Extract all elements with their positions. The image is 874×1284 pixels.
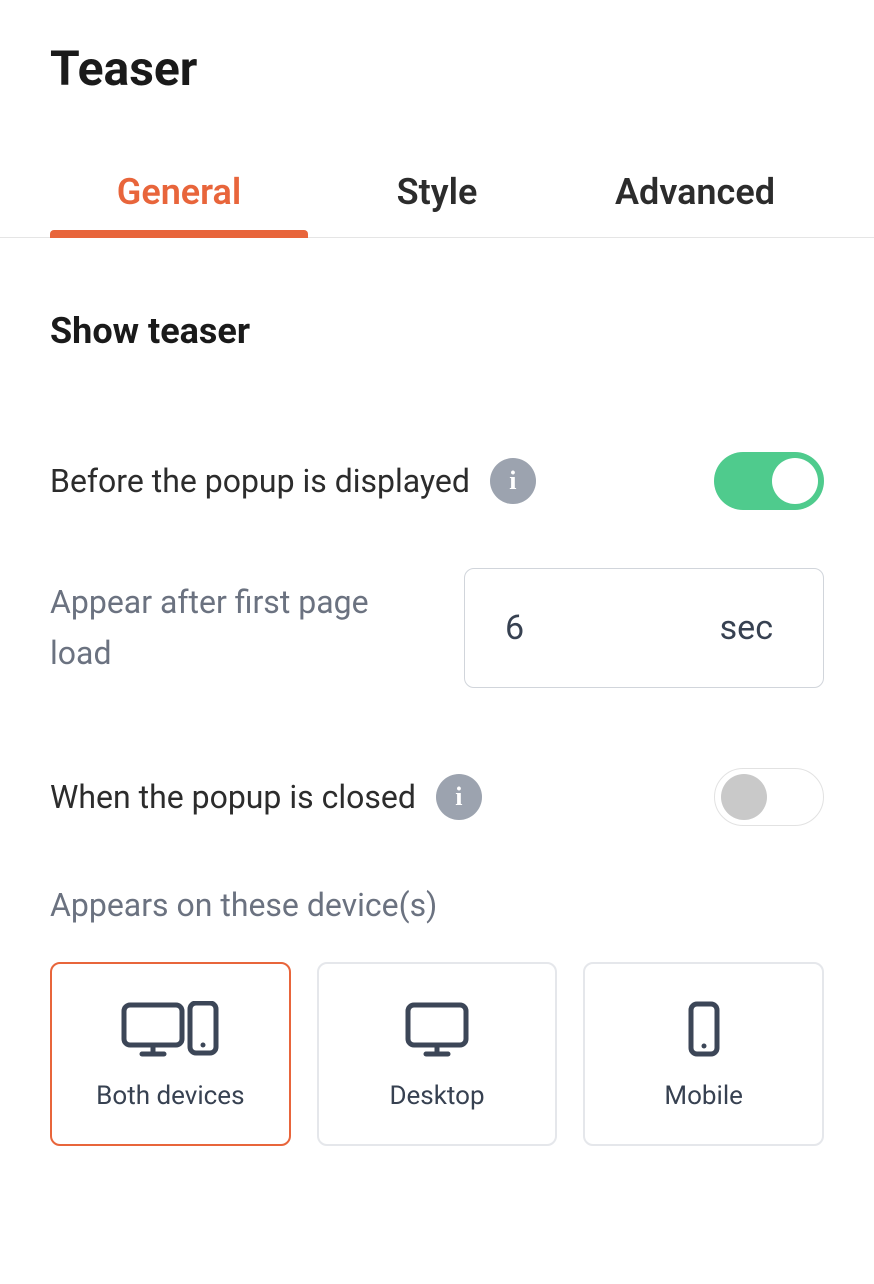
device-card-label: Mobile — [664, 1081, 743, 1111]
appear-after-label: Appear after first page load — [50, 577, 424, 679]
tabs: General Style Advanced — [0, 153, 874, 238]
device-option-mobile[interactable]: Mobile — [583, 962, 824, 1146]
before-popup-label: Before the popup is displayed — [50, 462, 470, 500]
page-title: Teaser — [50, 40, 824, 97]
tab-advanced[interactable]: Advanced — [566, 153, 824, 237]
appear-after-unit: sec — [720, 608, 773, 648]
desktop-icon — [404, 997, 470, 1061]
appear-after-value: 6 — [505, 608, 524, 648]
tab-style[interactable]: Style — [308, 153, 566, 237]
both-devices-icon — [120, 997, 220, 1061]
devices-label: Appears on these device(s) — [50, 886, 824, 924]
device-option-desktop[interactable]: Desktop — [317, 962, 558, 1146]
device-card-label: Both devices — [96, 1081, 244, 1111]
tab-general[interactable]: General — [50, 153, 308, 237]
before-popup-toggle[interactable] — [714, 452, 824, 510]
appear-after-input[interactable]: 6 sec — [464, 568, 824, 688]
device-option-both[interactable]: Both devices — [50, 962, 291, 1146]
mobile-icon — [687, 997, 721, 1061]
when-closed-label: When the popup is closed — [50, 778, 416, 816]
device-options: Both devices Desktop — [50, 962, 824, 1146]
section-title: Show teaser — [50, 310, 824, 352]
device-card-label: Desktop — [389, 1081, 484, 1111]
info-icon[interactable]: i — [490, 458, 536, 504]
info-icon[interactable]: i — [436, 774, 482, 820]
when-closed-toggle[interactable] — [714, 768, 824, 826]
